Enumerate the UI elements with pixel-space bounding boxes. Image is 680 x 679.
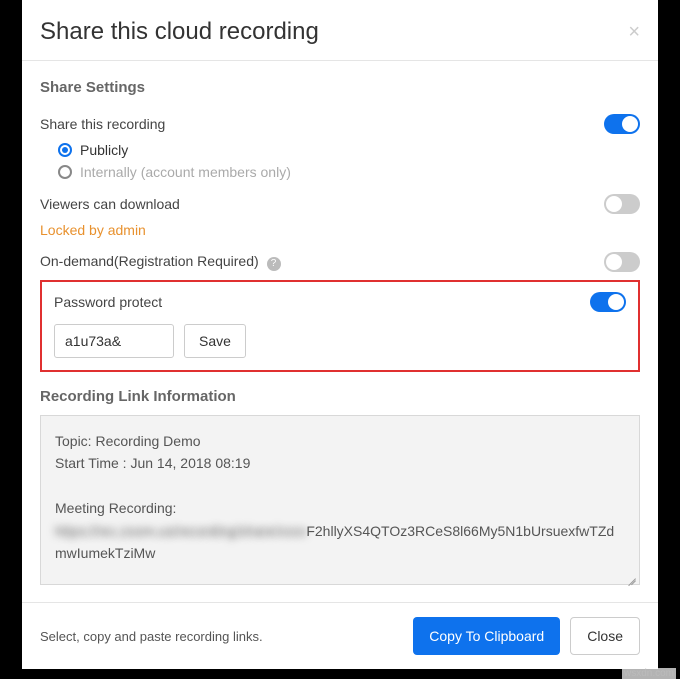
radio-dot-icon	[58, 165, 72, 179]
share-recording-row: Share this recording	[40, 114, 640, 134]
watermark-text: wsxdn.com	[622, 668, 676, 679]
share-settings-heading: Share Settings	[40, 79, 640, 96]
on-demand-row: On-demand(Registration Required) ?	[40, 252, 640, 272]
viewers-download-label: Viewers can download	[40, 196, 180, 212]
radio-publicly-label: Publicly	[80, 142, 128, 158]
radio-dot-icon	[58, 143, 72, 157]
share-recording-modal: Share this cloud recording × Share Setti…	[22, 0, 658, 669]
topic-label: Topic:	[55, 433, 92, 449]
radio-publicly[interactable]: Publicly	[58, 142, 640, 158]
viewers-download-row: Viewers can download	[40, 194, 640, 214]
modal-header: Share this cloud recording ×	[22, 0, 658, 61]
radio-internally-label: Internally (account members only)	[80, 164, 291, 180]
help-icon[interactable]: ?	[267, 257, 281, 271]
copy-to-clipboard-button[interactable]: Copy To Clipboard	[413, 617, 560, 655]
link-info-box[interactable]: Topic: Recording Demo Start Time : Jun 1…	[40, 415, 640, 585]
locked-by-admin-text: Locked by admin	[40, 222, 640, 238]
close-icon[interactable]: ×	[628, 22, 640, 42]
password-protect-row: Password protect	[54, 292, 626, 312]
meeting-recording-label: Meeting Recording:	[55, 497, 625, 519]
start-label: Start Time :	[55, 455, 127, 471]
share-recording-toggle[interactable]	[604, 114, 640, 134]
radio-internally[interactable]: Internally (account members only)	[58, 164, 640, 180]
password-protect-section: Password protect Save	[40, 280, 640, 372]
password-protect-toggle[interactable]	[590, 292, 626, 312]
modal-footer: Select, copy and paste recording links. …	[22, 602, 658, 669]
close-button[interactable]: Close	[570, 617, 640, 655]
on-demand-label-text: On-demand(Registration Required)	[40, 253, 259, 269]
resize-handle-icon[interactable]	[625, 570, 637, 582]
viewers-download-toggle	[604, 194, 640, 214]
footer-buttons: Copy To Clipboard Close	[413, 617, 640, 655]
link-start-line: Start Time : Jun 14, 2018 08:19	[55, 452, 625, 474]
link-topic-line: Topic: Recording Demo	[55, 430, 625, 452]
on-demand-toggle[interactable]	[604, 252, 640, 272]
share-recording-label: Share this recording	[40, 116, 165, 132]
link-info-heading: Recording Link Information	[40, 388, 640, 405]
topic-value: Recording Demo	[95, 433, 200, 449]
modal-title: Share this cloud recording	[40, 18, 319, 46]
start-value: Jun 14, 2018 08:19	[130, 455, 250, 471]
footer-hint: Select, copy and paste recording links.	[40, 629, 263, 644]
save-button[interactable]: Save	[184, 324, 246, 358]
password-input[interactable]	[54, 324, 174, 358]
on-demand-label: On-demand(Registration Required) ?	[40, 253, 281, 271]
password-protect-label: Password protect	[54, 294, 162, 310]
share-recording-options: Publicly Internally (account members onl…	[58, 142, 640, 180]
password-controls: Save	[54, 324, 626, 358]
url-obscured-part: https://rec.zoom.us/recording/share/xxxx	[55, 523, 306, 539]
modal-body: Share Settings Share this recording Publ…	[22, 61, 658, 602]
meeting-recording-url: https://rec.zoom.us/recording/share/xxxx…	[55, 520, 625, 565]
